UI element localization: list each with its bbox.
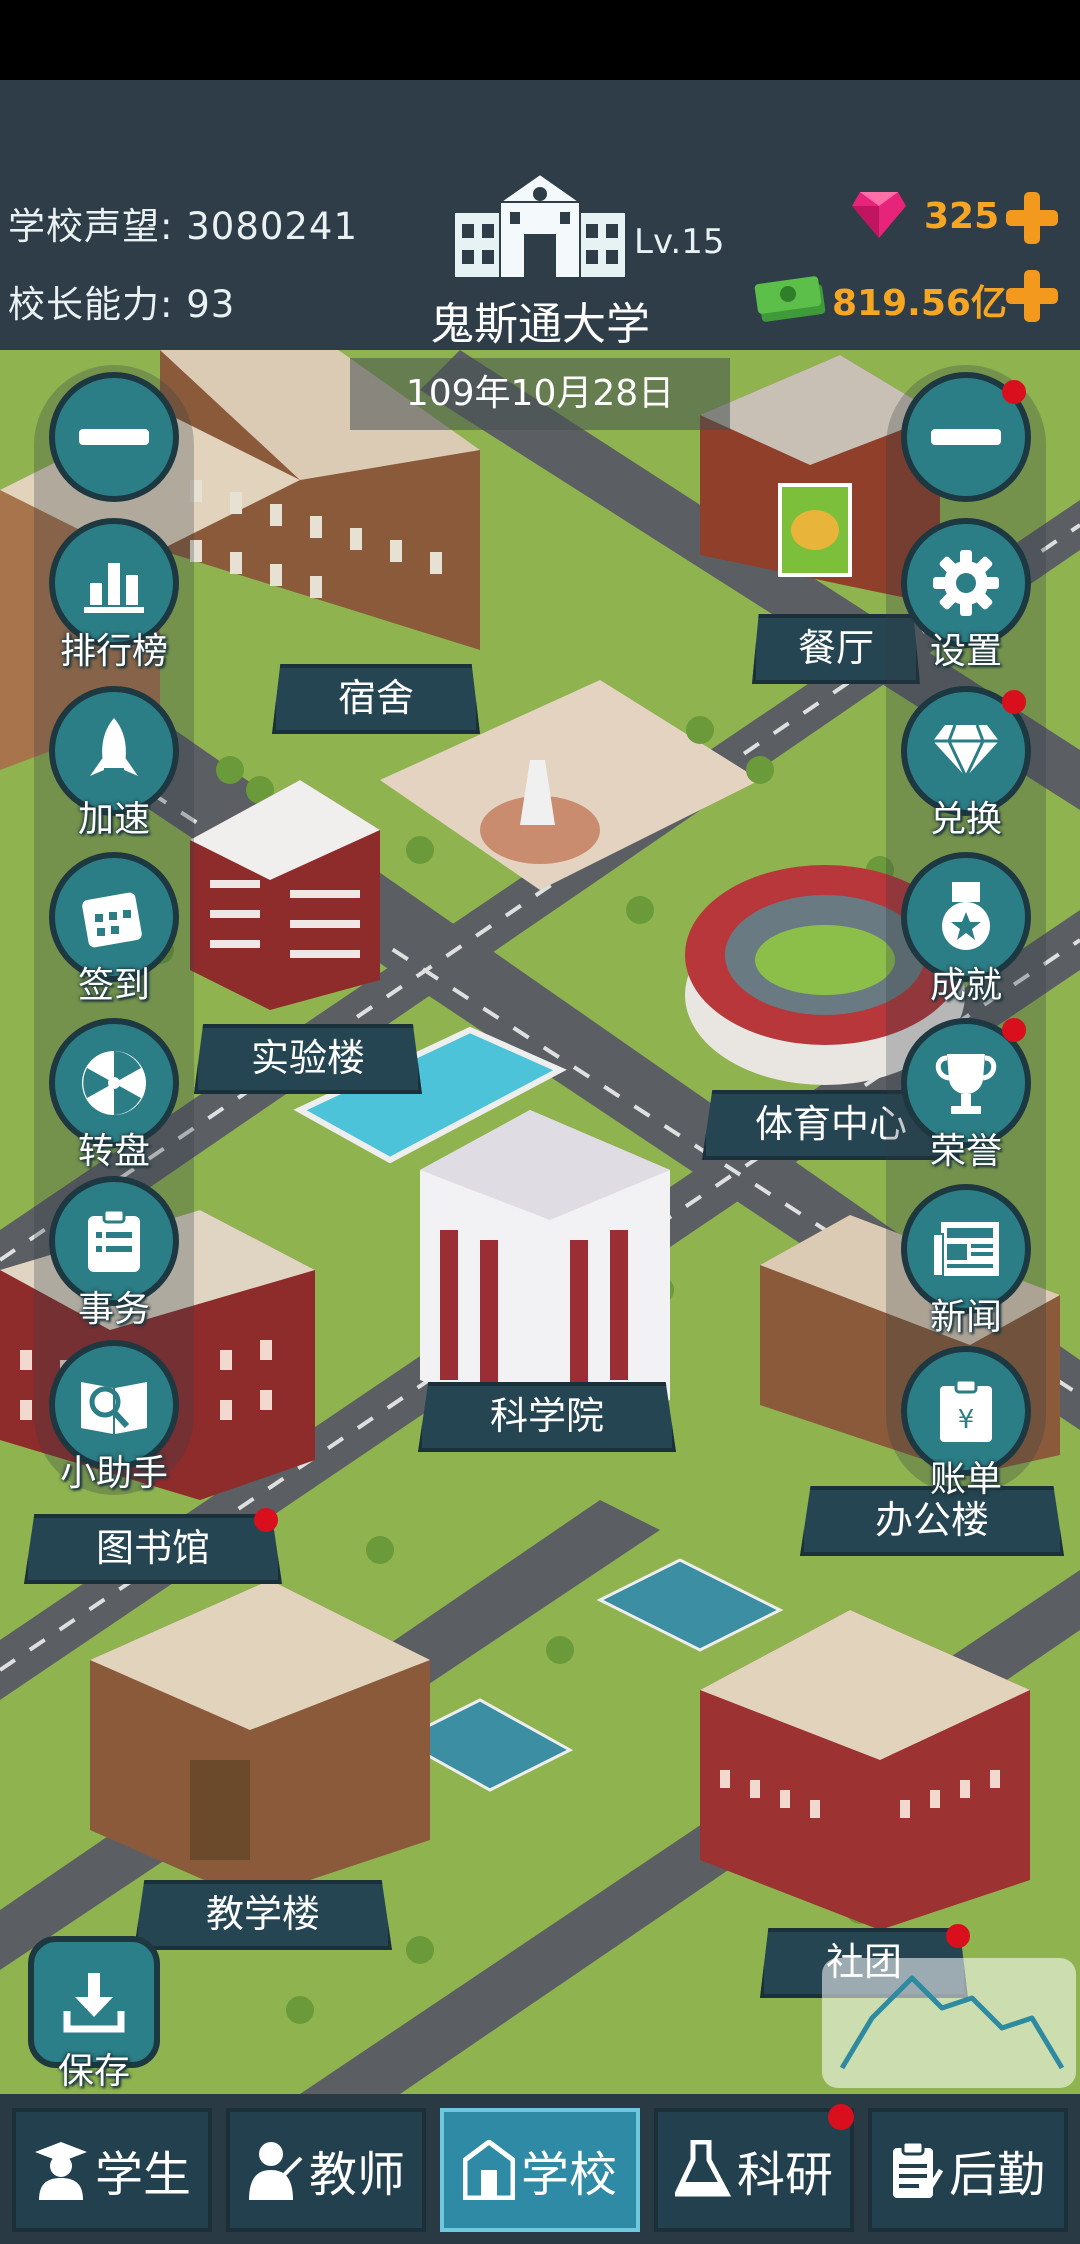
tab-teacher-label: 教师	[308, 2147, 405, 2203]
medal-icon	[942, 882, 990, 950]
school-name: 鬼斯通大学	[430, 299, 650, 350]
mini-trend-widget[interactable]	[822, 1958, 1076, 2088]
lab-building[interactable]	[190, 780, 390, 1010]
checkin-button[interactable]: 签到	[34, 852, 194, 1008]
bottom-nav: 学生 教师 学校 科研 后勤	[0, 2094, 1080, 2244]
trend-line-icon	[839, 1975, 1065, 2070]
bill-icon: ¥	[940, 1378, 992, 1442]
teaching-building[interactable]	[90, 1580, 430, 1900]
sign-dorm[interactable]: 宿舍	[272, 664, 480, 734]
school-building-icon[interactable]	[452, 172, 628, 280]
book-magnifier-icon	[81, 1382, 147, 1434]
exchange-badge	[1002, 690, 1026, 714]
download-icon	[63, 1973, 125, 2033]
svg-text:¥: ¥	[958, 1405, 975, 1435]
logistics-icon	[892, 2140, 943, 2198]
achievement-label: 成就	[929, 965, 1002, 1006]
sign-library[interactable]: 图书馆	[24, 1514, 282, 1584]
news-icon	[932, 1222, 999, 1277]
wheel-button[interactable]: 转盘	[34, 1018, 194, 1174]
teacher-icon	[248, 2142, 303, 2200]
flask-icon	[674, 2140, 731, 2197]
clipboard-icon	[88, 1208, 140, 1272]
checkin-label: 签到	[77, 965, 150, 1006]
cash-icon	[754, 276, 826, 322]
honor-badge	[1002, 1018, 1026, 1042]
status-bar	[0, 0, 1080, 80]
game-date: 109年10月28日	[350, 358, 730, 430]
news-button[interactable]: 新闻	[886, 1184, 1046, 1340]
affairs-button[interactable]: 事务	[34, 1176, 194, 1332]
affairs-label: 事务	[77, 1289, 150, 1330]
calendar-icon	[82, 892, 142, 948]
honor-button[interactable]: 荣誉	[886, 1018, 1046, 1174]
money-count: 819.56亿	[832, 283, 1007, 324]
settings-label: 设置	[929, 631, 1002, 672]
school-level: Lv.15	[634, 222, 725, 262]
tab-research-label: 科研	[736, 2147, 833, 2203]
assistant-label: 小助手	[59, 1453, 168, 1494]
tab-research[interactable]: 科研	[654, 2108, 854, 2232]
club-badge	[946, 1924, 970, 1948]
ranking-label: 排行榜	[59, 631, 168, 672]
exchange-label: 兑换	[929, 799, 1002, 840]
sign-science[interactable]: 科学院	[418, 1382, 676, 1452]
bill-label: 账单	[929, 1459, 1002, 1500]
research-badge	[828, 2104, 854, 2130]
tab-student[interactable]: 学生	[12, 2108, 212, 2232]
honor-label: 荣誉	[929, 1131, 1002, 1172]
bar-chart-icon	[84, 563, 144, 613]
ability-label: 校长能力:	[8, 283, 174, 326]
trophy-icon	[935, 1054, 997, 1114]
speedup-label: 加速	[77, 799, 150, 840]
reputation-value: 3080241	[186, 205, 359, 248]
tab-logistics[interactable]: 后勤	[868, 2108, 1068, 2232]
gem-icon	[852, 192, 906, 238]
bill-button[interactable]: ¥ 账单	[886, 1346, 1046, 1502]
sign-teaching[interactable]: 教学楼	[134, 1880, 392, 1950]
wheel-icon	[82, 1051, 146, 1115]
club-building[interactable]	[700, 1610, 1040, 1930]
ability-value: 93	[186, 283, 236, 326]
diamond-icon	[933, 724, 999, 779]
news-label: 新闻	[929, 1297, 1002, 1338]
reputation-stat: 学校声望: 3080241	[8, 196, 358, 250]
add-gems-button[interactable]	[1006, 192, 1058, 244]
sign-lab[interactable]: 实验楼	[194, 1024, 422, 1094]
ranking-button[interactable]: 排行榜	[34, 518, 194, 674]
tab-student-label: 学生	[94, 2147, 191, 2203]
tab-school[interactable]: 学校	[440, 2108, 640, 2232]
school-icon	[462, 2140, 515, 2200]
wheel-label: 转盘	[77, 1131, 150, 1172]
student-icon	[34, 2142, 87, 2200]
tab-school-label: 学校	[520, 2147, 617, 2203]
tab-teacher[interactable]: 教师	[226, 2108, 426, 2232]
reputation-label: 学校声望:	[8, 205, 174, 248]
assistant-button[interactable]: 小助手	[34, 1340, 194, 1496]
minus-icon	[79, 429, 149, 445]
left-collapse-button[interactable]	[34, 372, 194, 502]
collapse-badge	[1002, 380, 1026, 404]
library-badge	[254, 1508, 278, 1532]
save-button[interactable]: 保存	[24, 1936, 164, 2094]
speedup-button[interactable]: 加速	[34, 686, 194, 842]
minus-icon	[931, 429, 1001, 445]
achievement-button[interactable]: 成就	[886, 852, 1046, 1008]
ability-stat: 校长能力: 93	[8, 274, 235, 328]
save-label: 保存	[57, 2051, 130, 2092]
tab-logistics-label: 后勤	[948, 2147, 1045, 2203]
add-money-button[interactable]	[1006, 270, 1058, 322]
settings-button[interactable]: 设置	[886, 518, 1046, 674]
gear-icon	[933, 550, 999, 616]
rocket-icon	[90, 718, 138, 776]
gem-count: 325	[924, 196, 1000, 237]
